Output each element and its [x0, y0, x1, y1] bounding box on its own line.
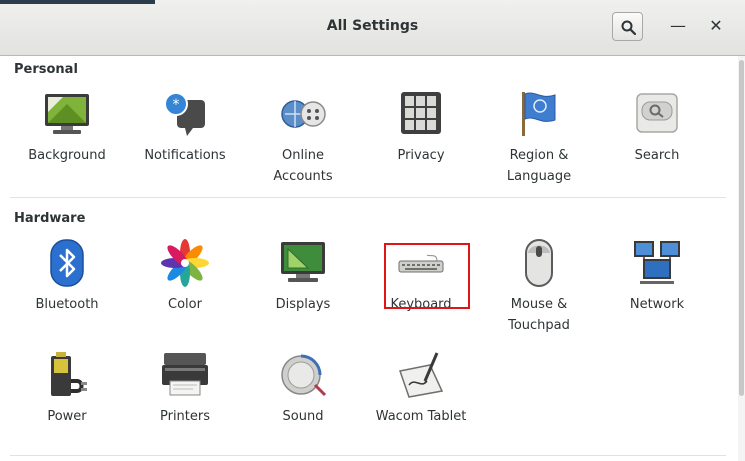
background-icon [45, 94, 89, 134]
section-divider [10, 197, 726, 198]
item-wacom-tablet[interactable]: Wacom Tablet [362, 351, 480, 461]
item-label: Sound [282, 409, 324, 424]
svg-text:*: * [173, 97, 180, 113]
item-label: Background [28, 148, 106, 163]
item-label: Mouse & Touchpad [508, 297, 570, 333]
search-icon [621, 20, 636, 35]
item-label: Wacom Tablet [375, 409, 467, 424]
item-power[interactable]: Power [8, 351, 126, 461]
item-label: Search [634, 148, 680, 163]
settings-window: All Settings — ✕ Personal Background * N… [0, 0, 745, 461]
scrollbar[interactable] [738, 56, 745, 461]
section-title-personal: Personal [14, 62, 78, 77]
item-label: Region & Language [506, 148, 572, 184]
item-background[interactable]: Background [8, 90, 126, 200]
bluetooth-icon [50, 239, 84, 287]
notifications-icon: * [164, 92, 205, 136]
item-search[interactable]: Search [598, 90, 716, 200]
close-button[interactable]: ✕ [704, 14, 728, 38]
item-sound[interactable]: Sound [244, 351, 362, 461]
item-label: Online Accounts [273, 148, 333, 184]
item-label: Notifications [144, 148, 226, 163]
keyboard-highlight-box [384, 243, 470, 309]
titlebar-accent [0, 0, 155, 4]
search-settings-icon [636, 93, 678, 133]
sound-icon [281, 354, 327, 397]
item-label: Displays [275, 297, 331, 312]
item-network[interactable]: Network [598, 239, 716, 349]
section-title-hardware: Hardware [14, 211, 86, 226]
item-label: Bluetooth [35, 297, 99, 312]
item-label: Color [168, 297, 202, 312]
item-bluetooth[interactable]: Bluetooth [8, 239, 126, 349]
item-region-language[interactable]: Region & Language [480, 90, 598, 200]
title-bar[interactable]: All Settings — ✕ [0, 0, 745, 56]
bottom-divider [10, 455, 726, 456]
privacy-icon [401, 92, 441, 134]
item-color[interactable]: Color [126, 239, 244, 349]
displays-icon [281, 242, 325, 282]
item-notifications[interactable]: * Notifications [126, 90, 244, 200]
printer-icon [162, 353, 208, 396]
minimize-button[interactable]: — [666, 14, 690, 38]
power-icon [51, 352, 87, 396]
item-printers[interactable]: Printers [126, 351, 244, 461]
item-label: Privacy [397, 148, 445, 163]
item-displays[interactable]: Displays [244, 239, 362, 349]
scrollbar-thumb[interactable] [739, 60, 744, 396]
item-label: Network [629, 297, 685, 312]
item-label: Power [47, 409, 87, 424]
item-online-accounts[interactable]: Online Accounts [244, 90, 362, 200]
region-flag-icon [522, 92, 556, 136]
online-accounts-icon [281, 100, 326, 128]
search-button[interactable] [612, 12, 643, 41]
item-label: Printers [159, 409, 211, 424]
item-privacy[interactable]: Privacy [362, 90, 480, 200]
color-icon [161, 239, 209, 287]
network-icon [634, 241, 680, 284]
item-mouse-touchpad[interactable]: Mouse & Touchpad [480, 239, 598, 349]
wacom-tablet-icon [399, 352, 444, 398]
mouse-icon [525, 239, 553, 287]
